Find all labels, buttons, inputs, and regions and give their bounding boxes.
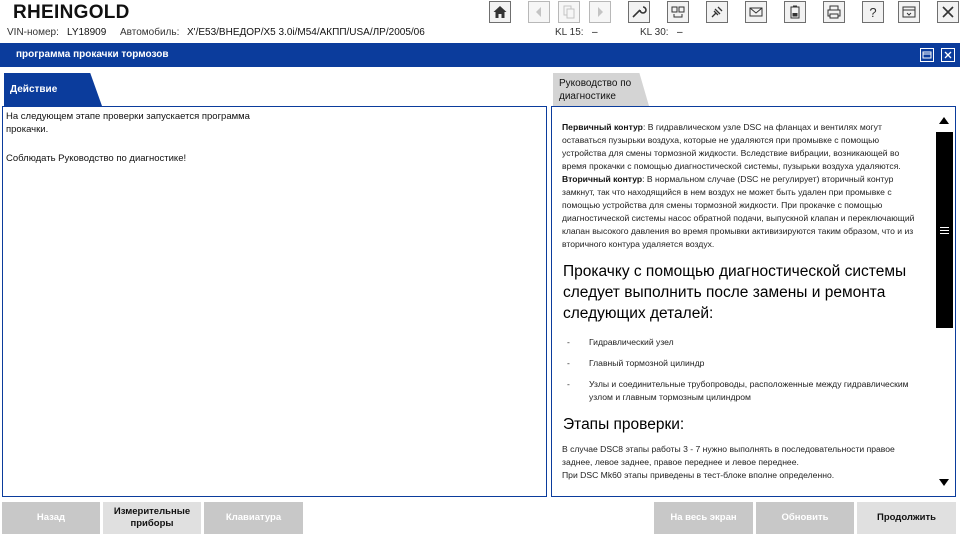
instruments-button[interactable]: Измерительные приборы <box>103 502 201 534</box>
list-item: Узлы и соединительные трубопроводы, расп… <box>562 378 924 404</box>
section-minimize-button[interactable] <box>920 48 934 62</box>
keyboard-button[interactable]: Клавиатура <box>204 502 303 534</box>
guide-paragraph-dsc8: В случае DSC8 этапы работы 3 - 7 нужно в… <box>562 444 895 467</box>
copy-icon <box>563 5 575 19</box>
app-header: RHEINGOLD ? <box>0 0 960 25</box>
help-icon: ? <box>869 5 876 20</box>
connection-button[interactable] <box>706 1 728 23</box>
battery-icon <box>790 5 800 19</box>
vehicle-info-bar: VIN-номер: LY18909 Автомобиль: X'/E53/ВН… <box>0 25 960 41</box>
copy-button[interactable] <box>558 1 580 23</box>
grip-icon <box>940 226 949 234</box>
guide-parts-list: Гидравлический узел Главный тормозной ци… <box>562 336 924 404</box>
minimize-icon <box>902 6 916 18</box>
guide-scrollbar[interactable] <box>934 108 954 495</box>
tab-diagnostic-guide[interactable]: Руководство по диагностике <box>553 73 649 106</box>
guide-heading-replacement: Прокачку с помощью диагностической систе… <box>563 263 907 322</box>
help-button[interactable]: ? <box>862 1 884 23</box>
print-button[interactable] <box>823 1 845 23</box>
wrench-icon <box>632 6 647 18</box>
battery-button[interactable] <box>784 1 806 23</box>
mail-button[interactable] <box>745 1 767 23</box>
diagnosis-button[interactable] <box>667 1 689 23</box>
close-icon <box>942 6 954 18</box>
guide-paragraph-secondary: Вторичный контур: В нормальном случае (D… <box>562 174 915 249</box>
vin-label: VIN-номер: <box>7 27 59 38</box>
diagnostic-guide-panel: Первичный контур: В гидравлическом узле … <box>551 106 956 497</box>
home-button[interactable] <box>489 1 511 23</box>
forward-toolbar-button[interactable] <box>589 1 611 23</box>
kl15-value: – <box>592 27 598 38</box>
close-button[interactable] <box>937 1 959 23</box>
continue-button[interactable]: Продолжить <box>857 502 956 534</box>
list-item: Главный тормозной цилиндр <box>562 357 924 370</box>
car-label: Автомобиль: <box>120 27 180 38</box>
section-bar: программа прокачки тормозов <box>0 43 960 67</box>
minimize-icon <box>922 51 932 59</box>
minimize-button[interactable] <box>898 1 920 23</box>
scroll-thumb[interactable] <box>936 132 953 328</box>
arrow-down-icon <box>939 479 949 486</box>
back-arrow-icon <box>536 7 541 17</box>
plug-icon <box>711 6 723 18</box>
tab-action[interactable]: Действие <box>4 73 102 106</box>
action-panel: На следующем этапе проверки запускается … <box>2 106 547 497</box>
mail-icon <box>749 7 763 17</box>
kl30-label: KL 30: <box>640 27 669 38</box>
guide-paragraph-mk60: При DSC Mk60 этапы приведены в тест-блок… <box>562 470 835 480</box>
app-logo: RHEINGOLD <box>13 2 130 23</box>
home-icon <box>493 6 507 18</box>
forward-arrow-icon <box>598 7 603 17</box>
arrow-up-icon <box>939 117 949 124</box>
refresh-button[interactable]: Обновить <box>756 502 854 534</box>
action-text-line2: Соблюдать Руководство по диагностике! <box>6 153 187 164</box>
diagnosis-icon <box>671 6 685 18</box>
list-item: Гидравлический узел <box>562 336 924 349</box>
back-button[interactable]: Назад <box>2 502 100 534</box>
tab-action-label: Действие <box>10 84 58 95</box>
tab-diagnostic-guide-label: Руководство по диагностике <box>559 78 632 102</box>
guide-paragraph-primary: Первичный контур: В гидравлическом узле … <box>562 122 901 171</box>
vin-value: LY18909 <box>67 27 107 38</box>
close-icon <box>944 51 952 59</box>
fullscreen-button[interactable]: На весь экран <box>654 502 753 534</box>
printer-icon <box>827 5 841 19</box>
scroll-up-button[interactable] <box>935 111 953 129</box>
car-value: X'/E53/ВНЕДОР/X5 3.0i/M54/АКПП/USA/ЛР/20… <box>187 27 425 38</box>
kl30-value: – <box>677 27 683 38</box>
section-title: программа прокачки тормозов <box>16 49 169 60</box>
svg-text:?: ? <box>869 5 876 20</box>
guide-heading-steps: Этапы проверки: <box>563 416 685 433</box>
scroll-down-button[interactable] <box>935 474 953 492</box>
guide-document: Первичный контур: В гидравлическом узле … <box>562 121 924 482</box>
kl15-label: KL 15: <box>555 27 584 38</box>
action-text-line1: На следующем этапе проверки запускается … <box>6 111 250 135</box>
back-toolbar-button[interactable] <box>528 1 550 23</box>
service-button[interactable] <box>628 1 650 23</box>
section-close-button[interactable] <box>941 48 955 62</box>
